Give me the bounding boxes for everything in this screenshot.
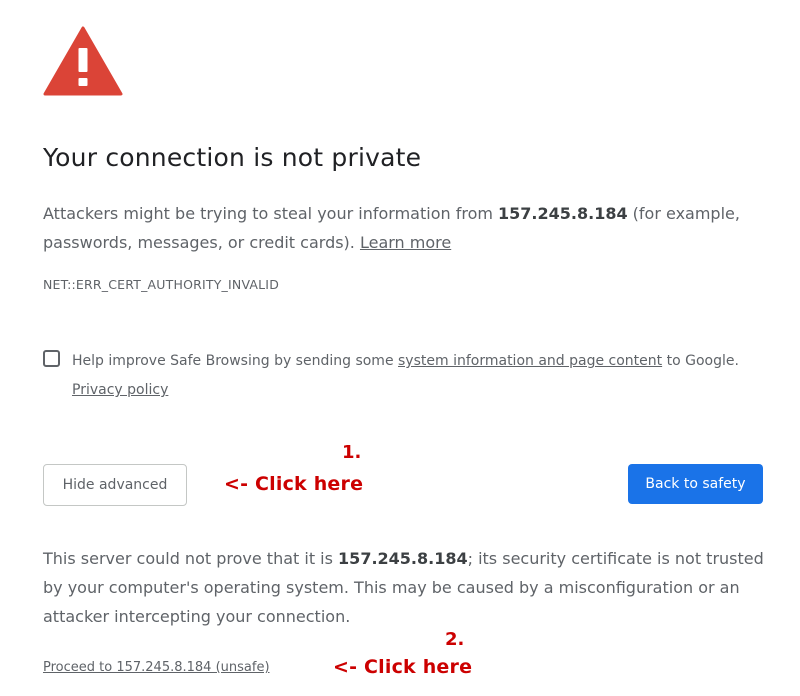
safe-browsing-text-prefix: Help improve Safe Browsing by sending so…: [72, 353, 399, 369]
privacy-policy-link[interactable]: Privacy policy: [72, 382, 168, 398]
page-title: Your connection is not private: [43, 143, 422, 172]
warning-triangle-icon: [43, 26, 123, 96]
proceed-unsafe-link[interactable]: Proceed to 157.245.8.184 (unsafe): [43, 660, 270, 675]
safe-browsing-label: Help improve Safe Browsing by sending so…: [72, 347, 772, 405]
message-prefix: Attackers might be trying to steal your …: [43, 204, 499, 223]
safe-browsing-checkbox[interactable]: [43, 350, 60, 367]
system-info-link[interactable]: system information and page content: [398, 353, 662, 369]
warning-message: Attackers might be trying to steal your …: [43, 199, 743, 257]
hide-advanced-button[interactable]: Hide advanced: [43, 464, 187, 506]
details-host: 157.245.8.184: [338, 549, 468, 568]
details-prefix: This server could not prove that it is: [43, 549, 339, 568]
message-host: 157.245.8.184: [498, 204, 628, 223]
error-code: NET::ERR_CERT_AUTHORITY_INVALID: [43, 277, 280, 292]
annotation-step-2-text: <- Click here: [333, 656, 473, 678]
back-to-safety-button[interactable]: Back to safety: [628, 464, 763, 504]
safe-browsing-text-suffix: to Google.: [662, 353, 739, 369]
annotation-step-2-number: 2.: [445, 629, 465, 650]
annotation-step-1-number: 1.: [342, 442, 362, 463]
details-message: This server could not prove that it is 1…: [43, 544, 783, 631]
annotation-step-1-text: <- Click here: [224, 473, 364, 495]
learn-more-link[interactable]: Learn more: [360, 233, 451, 252]
